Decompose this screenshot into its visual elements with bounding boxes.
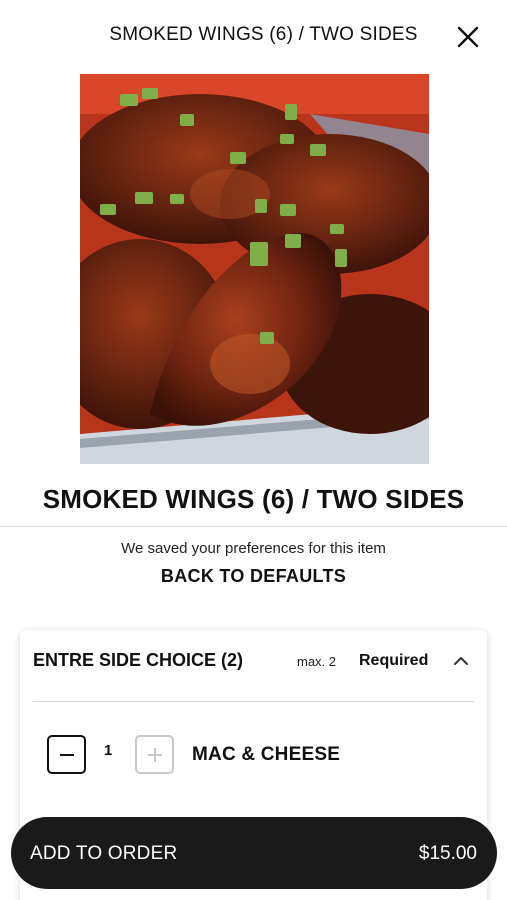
decrement-button[interactable] [47, 735, 86, 774]
option-row-mac-and-cheese: 1 MAC & CHEESE [20, 730, 487, 780]
modifier-group-header[interactable]: ENTRE SIDE CHOICE (2) max. 2 Required [20, 630, 487, 700]
food-photo-illustration [80, 74, 429, 464]
chevron-up-icon[interactable] [452, 652, 470, 670]
modal-header-title: SMOKED WINGS (6) / TWO SIDES [109, 24, 418, 45]
divider [33, 701, 474, 702]
back-to-defaults-link[interactable]: BACK TO DEFAULTS [0, 566, 507, 587]
item-title: SMOKED WINGS (6) / TWO SIDES [42, 484, 465, 514]
modifier-group-name: ENTRE SIDE CHOICE (2) [33, 650, 244, 670]
plus-icon [147, 747, 162, 762]
preferences-note: We saved your preferences for this item [121, 540, 386, 557]
add-to-order-button[interactable]: ADD TO ORDER $15.00 [11, 817, 497, 889]
quantity-value: 1 [104, 742, 113, 759]
close-icon [457, 26, 479, 48]
item-photo [80, 74, 429, 464]
minus-icon [59, 753, 74, 756]
option-name: MAC & CHEESE [192, 744, 341, 765]
increment-button[interactable] [135, 735, 174, 774]
close-button[interactable] [453, 22, 483, 52]
add-to-order-label: ADD TO ORDER [30, 843, 178, 864]
required-badge: Required [359, 652, 429, 669]
order-price: $15.00 [418, 843, 477, 864]
modifier-group-max: max. 2 [297, 654, 337, 669]
divider [0, 526, 507, 527]
